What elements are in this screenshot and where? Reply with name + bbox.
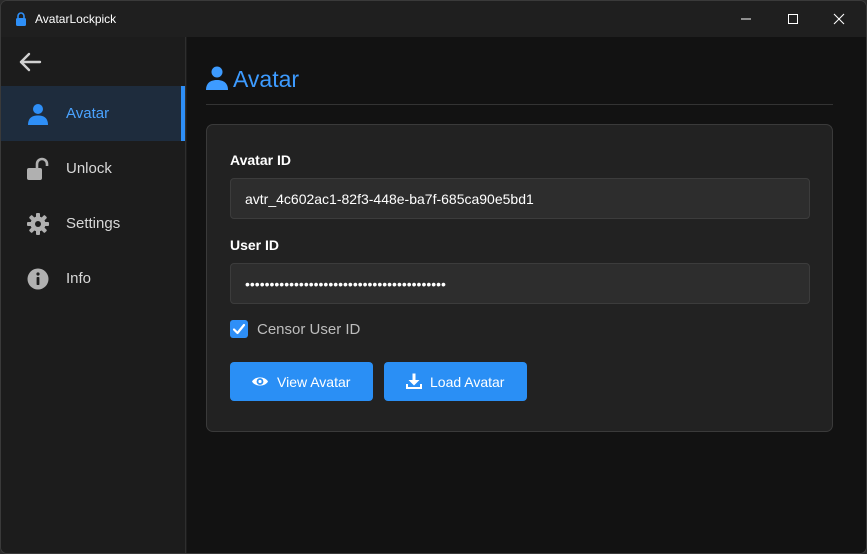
main-content: Avatar Avatar ID User ID Censor User ID … bbox=[187, 37, 866, 553]
sidebar-item-unlock[interactable]: Unlock bbox=[1, 141, 185, 196]
view-avatar-button[interactable]: View Avatar bbox=[230, 362, 373, 401]
sidebar-item-label: Avatar bbox=[66, 105, 110, 122]
gear-icon bbox=[27, 213, 49, 235]
maximize-button[interactable] bbox=[770, 1, 816, 37]
load-avatar-button[interactable]: Load Avatar bbox=[384, 362, 527, 401]
close-icon bbox=[833, 13, 845, 25]
sidebar-item-info[interactable]: Info bbox=[1, 251, 185, 306]
sidebar-item-label: Settings bbox=[66, 215, 121, 232]
sidebar-item-settings[interactable]: Settings bbox=[1, 196, 185, 251]
user-icon bbox=[206, 66, 228, 90]
close-button[interactable] bbox=[816, 1, 862, 37]
sidebar: Avatar Unlock Settings Info bbox=[1, 37, 186, 553]
avatar-id-label: Avatar ID bbox=[230, 152, 291, 168]
user-icon bbox=[28, 104, 48, 125]
minimize-button[interactable] bbox=[723, 1, 769, 37]
unlock-icon bbox=[27, 157, 49, 180]
page-title: Avatar bbox=[233, 66, 300, 92]
load-avatar-label: Load Avatar bbox=[430, 374, 505, 390]
divider bbox=[206, 104, 833, 105]
user-id-label: User ID bbox=[230, 237, 280, 253]
download-icon bbox=[406, 373, 422, 389]
avatar-id-input[interactable] bbox=[230, 178, 810, 219]
lock-icon bbox=[16, 12, 26, 26]
view-avatar-label: View Avatar bbox=[277, 374, 351, 390]
avatar-card: Avatar ID User ID Censor User ID View Av… bbox=[206, 124, 833, 432]
app-window: AvatarLockpick Avatar Unlock Settings In… bbox=[0, 0, 867, 554]
arrow-left-icon[interactable] bbox=[17, 52, 43, 72]
sidebar-item-avatar[interactable]: Avatar bbox=[1, 86, 185, 141]
minimize-icon bbox=[741, 18, 751, 20]
user-id-input[interactable] bbox=[230, 263, 810, 304]
sidebar-item-label: Info bbox=[66, 270, 92, 287]
eye-icon bbox=[252, 377, 268, 386]
maximize-icon bbox=[788, 14, 798, 24]
info-icon bbox=[27, 268, 49, 290]
window-title: AvatarLockpick bbox=[35, 12, 117, 26]
censor-user-id-label[interactable]: Censor User ID bbox=[257, 321, 360, 338]
checkmark-icon bbox=[232, 323, 246, 335]
censor-user-id-checkbox[interactable] bbox=[230, 320, 248, 338]
sidebar-item-label: Unlock bbox=[66, 160, 112, 177]
title-bar[interactable]: AvatarLockpick bbox=[1, 1, 866, 37]
